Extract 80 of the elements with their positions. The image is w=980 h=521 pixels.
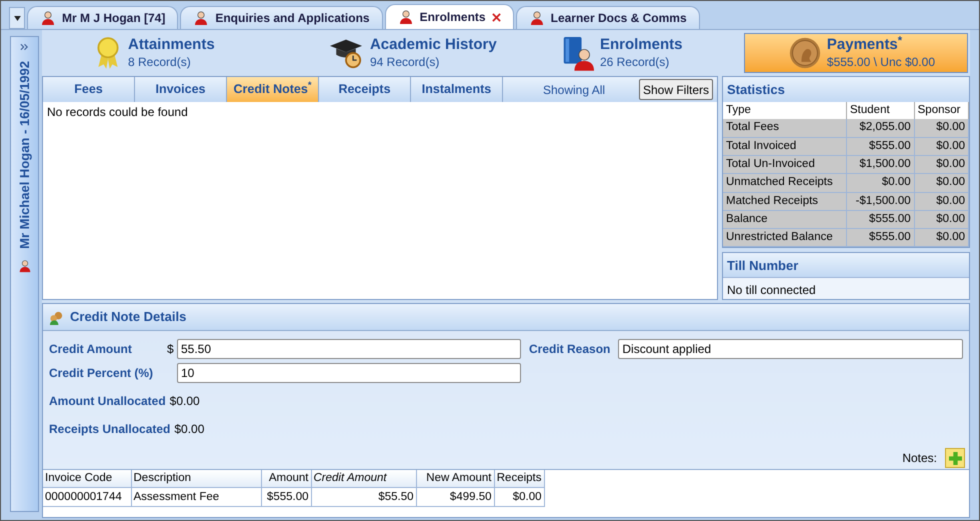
tab-label: Enquiries and Applications bbox=[215, 10, 370, 27]
table-cell: $499.50 bbox=[416, 488, 494, 507]
credit-reason-field[interactable]: Discount applied bbox=[618, 339, 963, 359]
person-icon bbox=[193, 10, 210, 26]
table-cell: $2,055.00 bbox=[846, 119, 914, 138]
book-person-icon bbox=[562, 35, 594, 71]
summary-tile[interactable]: Academic History 94 Record(s) bbox=[276, 33, 510, 73]
column-header: Receipts bbox=[494, 470, 544, 488]
tab-label: Enrolments bbox=[420, 9, 486, 26]
column-header: Invoice Code bbox=[43, 470, 131, 488]
table-cell: $0.00 bbox=[914, 192, 968, 210]
table-cell: $0.00 bbox=[914, 119, 968, 138]
field-label: Amount Unallocated bbox=[49, 393, 166, 410]
tile-title: Payments$^{*}$ bbox=[826, 36, 904, 55]
graduation-cap-icon bbox=[328, 37, 364, 69]
dropdown-arrow-icon bbox=[14, 16, 20, 20]
summary-tile[interactable]: Attainments 8 Record(s) bbox=[42, 33, 276, 73]
table-cell: Unrestricted Balance bbox=[723, 228, 847, 247]
tile-title: Academic History bbox=[370, 36, 497, 55]
table-cell: Total Fees bbox=[723, 119, 847, 138]
table-cell: $555.00 bbox=[261, 488, 311, 507]
tile-subtitle: 94 Record(s) bbox=[370, 54, 440, 70]
document-tab[interactable]: Learner Docs & Comms bbox=[516, 6, 700, 29]
table-cell: -$1,500.00 bbox=[846, 192, 914, 210]
show-filters-button[interactable]: Show Filters bbox=[638, 79, 713, 100]
till-status: No till connected bbox=[726, 282, 817, 300]
field-label: Credit Amount bbox=[49, 341, 133, 358]
learner-name: Mr Michael Hogan - 16/05/1992 bbox=[16, 61, 33, 249]
credit-amount-field[interactable]: 55.50 bbox=[177, 339, 521, 359]
filter-status: Showing All bbox=[543, 82, 606, 98]
column-header: New Amount bbox=[416, 470, 494, 488]
person-icon bbox=[398, 9, 414, 25]
people-icon bbox=[49, 310, 64, 324]
side-strip[interactable]: Mr Michael Hogan - 16/05/1992 bbox=[10, 36, 39, 512]
tile-subtitle: 8 Record(s) bbox=[128, 54, 192, 70]
panel-title: Statistics bbox=[723, 77, 969, 102]
empty-message: No records could be found bbox=[47, 105, 188, 119]
person-icon bbox=[40, 10, 56, 26]
panel-title: Till Number bbox=[723, 253, 969, 278]
table-cell: $0.00 bbox=[846, 174, 914, 192]
document-tab[interactable]: Enquiries and Applications bbox=[180, 6, 383, 29]
field-value: $0.00 bbox=[174, 421, 204, 438]
table-cell: $0.00 bbox=[494, 488, 544, 507]
person-icon bbox=[18, 258, 32, 273]
field-value: $0.00 bbox=[170, 393, 200, 410]
tab-label: Mr M J Hogan [74] bbox=[62, 10, 166, 27]
currency-symbol: $ bbox=[167, 341, 175, 358]
table-cell: Unmatched Receipts bbox=[723, 174, 847, 192]
plus-icon bbox=[948, 452, 962, 464]
column-header: Amount bbox=[261, 470, 311, 488]
person-icon bbox=[528, 10, 545, 26]
field-label: Credit Percent (%) bbox=[49, 365, 154, 382]
expand-icon[interactable] bbox=[20, 43, 29, 51]
column-header: Description bbox=[131, 470, 261, 488]
sub-tab[interactable]: Credit Notes$^{*}$ bbox=[227, 77, 319, 102]
column-header: Credit Amount bbox=[311, 470, 416, 488]
table-cell: $555.00 bbox=[846, 228, 914, 247]
credit-percent-field[interactable]: 10 bbox=[177, 363, 521, 383]
table-cell: $0.00 bbox=[914, 228, 968, 247]
table-cell: 000000001744 bbox=[43, 488, 131, 507]
panel-title: Credit Note Details bbox=[70, 308, 186, 326]
summary-tile[interactable]: Enrolments 26 Record(s) bbox=[510, 33, 744, 73]
document-tab[interactable]: Enrolments bbox=[384, 4, 514, 29]
document-tab[interactable]: Mr M J Hogan [74] bbox=[27, 6, 178, 29]
field-label: Credit Reason bbox=[529, 341, 610, 358]
table-cell: Matched Receipts bbox=[723, 192, 847, 210]
table-cell: $0.00 bbox=[914, 174, 968, 192]
tab-label: Learner Docs & Comms bbox=[550, 10, 687, 27]
coin-icon bbox=[788, 37, 821, 69]
table-cell: Assessment Fee bbox=[131, 488, 261, 507]
close-icon[interactable] bbox=[492, 12, 501, 22]
notes-label: Notes: bbox=[902, 450, 937, 467]
tile-title: Enrolments bbox=[600, 36, 682, 55]
summary-tile[interactable]: Payments$^{*}$ $555.00 \ Unc $0.00 bbox=[744, 33, 968, 73]
table-cell: $55.50 bbox=[311, 488, 416, 507]
tab-list-button[interactable] bbox=[9, 7, 25, 29]
field-label: Receipts Unallocated bbox=[49, 421, 170, 438]
tile-subtitle: $555.00 \ Unc $0.00 bbox=[826, 54, 935, 70]
tile-title: Attainments bbox=[128, 36, 215, 55]
tile-subtitle: 26 Record(s) bbox=[600, 54, 670, 70]
